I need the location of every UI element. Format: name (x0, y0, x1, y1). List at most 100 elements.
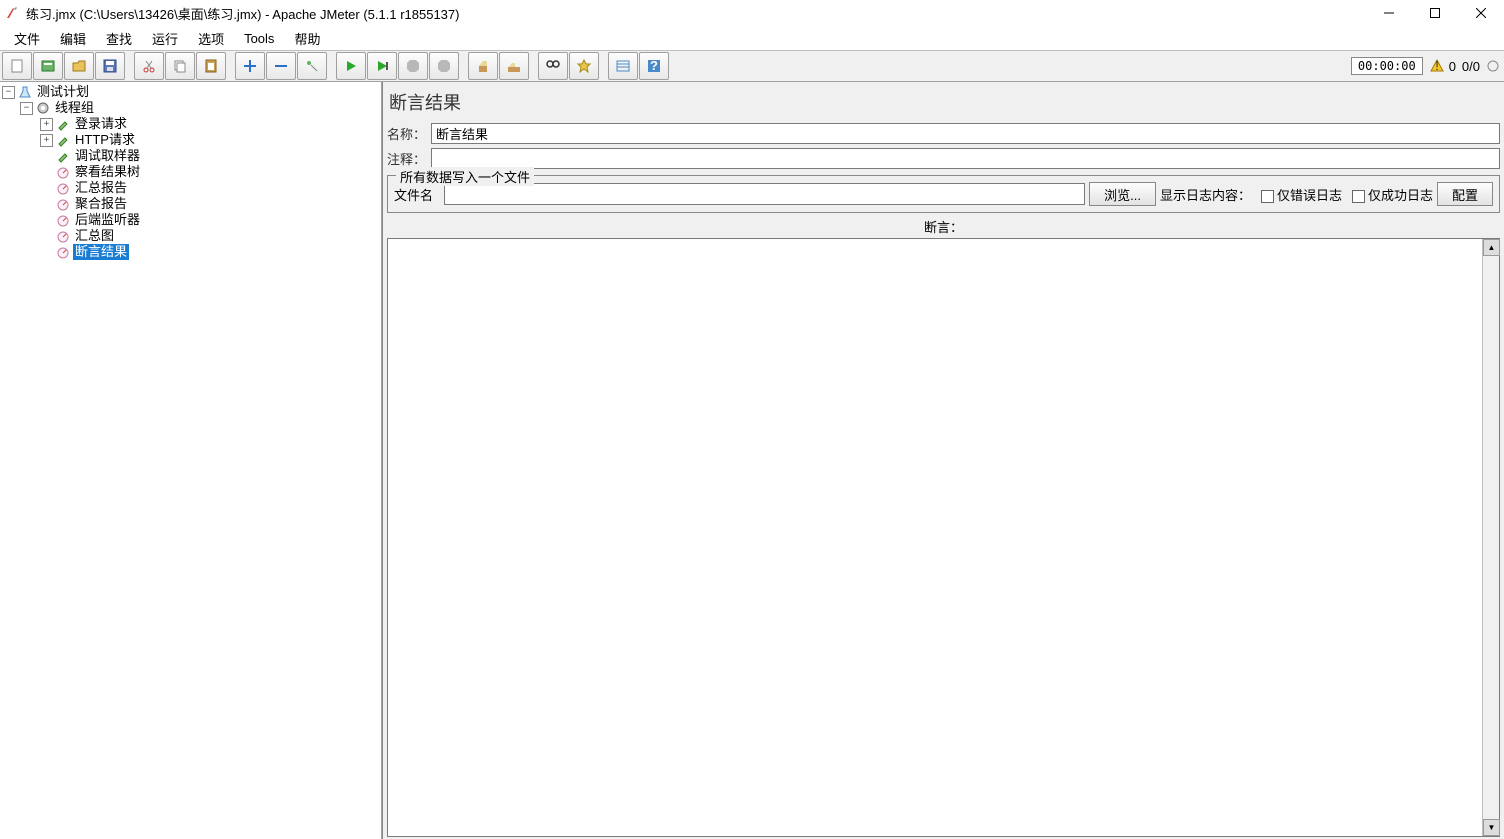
workspace: − 测试计划 − 线程组 + 登录请求 + HTTP请求 (0, 82, 1504, 839)
help-button[interactable]: ? (639, 52, 669, 80)
comment-row: 注释： (385, 146, 1504, 171)
name-row: 名称： (385, 121, 1504, 146)
tree-label: HTTP请求 (73, 132, 137, 148)
tree-node-backend-listener[interactable]: 后端监听器 (0, 212, 381, 228)
tree-label: 登录请求 (73, 116, 129, 132)
tree-toggle[interactable]: + (40, 118, 53, 131)
tree-label: 后端监听器 (73, 212, 142, 228)
menu-search[interactable]: 查找 (96, 27, 142, 50)
assertion-results-area[interactable]: ▲ ▼ (387, 238, 1500, 837)
window-controls (1366, 0, 1504, 26)
scroll-up-button[interactable]: ▲ (1483, 239, 1500, 256)
tree-toggle[interactable]: + (40, 134, 53, 147)
cut-button[interactable] (134, 52, 164, 80)
tree-node-test-plan[interactable]: − 测试计划 (0, 84, 381, 100)
meter-icon (55, 228, 71, 244)
start-no-pause-button[interactable] (367, 52, 397, 80)
tree-node-assertion-results[interactable]: 断言结果 (0, 244, 381, 260)
tree-label: 断言结果 (73, 244, 129, 260)
vertical-scrollbar[interactable]: ▲ ▼ (1482, 239, 1499, 836)
meter-icon (55, 164, 71, 180)
new-button[interactable] (2, 52, 32, 80)
save-button[interactable] (95, 52, 125, 80)
gear-icon (35, 100, 51, 116)
browse-button[interactable]: 浏览... (1089, 182, 1156, 206)
shutdown-button[interactable] (429, 52, 459, 80)
maximize-button[interactable] (1412, 0, 1458, 26)
tree-node-http-req[interactable]: + HTTP请求 (0, 132, 381, 148)
tree-spacer (40, 198, 53, 211)
menu-file[interactable]: 文件 (4, 27, 50, 50)
open-button[interactable] (64, 52, 94, 80)
copy-button[interactable] (165, 52, 195, 80)
tree-spacer (40, 166, 53, 179)
warning-icon: ! (1429, 58, 1445, 74)
tree-label: 察看结果树 (73, 164, 142, 180)
meter-icon (55, 196, 71, 212)
warning-count: 0 (1449, 59, 1456, 74)
tree-toggle[interactable]: − (2, 86, 15, 99)
collapse-button[interactable] (266, 52, 296, 80)
tree-spacer (40, 246, 53, 259)
start-button[interactable] (336, 52, 366, 80)
tree-panel[interactable]: − 测试计划 − 线程组 + 登录请求 + HTTP请求 (0, 82, 382, 839)
tree-label: 测试计划 (35, 84, 91, 100)
tree-node-aggregate-report[interactable]: 聚合报告 (0, 196, 381, 212)
test-plan-tree[interactable]: − 测试计划 − 线程组 + 登录请求 + HTTP请求 (0, 84, 381, 260)
toggle-button[interactable] (297, 52, 327, 80)
clear-all-button[interactable] (499, 52, 529, 80)
meter-icon (55, 180, 71, 196)
menu-run[interactable]: 运行 (142, 27, 188, 50)
pipette-icon (55, 148, 71, 164)
menu-tools[interactable]: Tools (234, 29, 284, 48)
app-icon (4, 5, 20, 21)
tree-spacer (40, 230, 53, 243)
tree-label: 线程组 (53, 100, 96, 116)
config-button[interactable]: 配置 (1437, 182, 1493, 206)
name-label: 名称： (387, 124, 431, 143)
window-title: 练习.jmx (C:\Users\13426\桌面\练习.jmx) - Apac… (26, 4, 1366, 23)
tree-node-view-results-tree[interactable]: 察看结果树 (0, 164, 381, 180)
file-output-fieldset: 所有数据写入一个文件 文件名 浏览... 显示日志内容： 仅错误日志 仅成功日志… (387, 175, 1500, 213)
function-helper-button[interactable] (608, 52, 638, 80)
scroll-down-button[interactable]: ▼ (1483, 819, 1500, 836)
tree-toggle[interactable]: − (20, 102, 33, 115)
tree-label: 汇总图 (73, 228, 116, 244)
panel-title: 断言结果 (385, 83, 1504, 121)
pipette-icon (55, 132, 71, 148)
menu-options[interactable]: 选项 (188, 27, 234, 50)
tree-label: 汇总报告 (73, 180, 129, 196)
tree-node-debug-sampler[interactable]: 调试取样器 (0, 148, 381, 164)
tree-node-summary-graph[interactable]: 汇总图 (0, 228, 381, 244)
templates-button[interactable] (33, 52, 63, 80)
close-button[interactable] (1458, 0, 1504, 26)
stop-button[interactable] (398, 52, 428, 80)
tree-node-summary-report[interactable]: 汇总报告 (0, 180, 381, 196)
clear-button[interactable] (468, 52, 498, 80)
window-titlebar: 练习.jmx (C:\Users\13426\桌面\练习.jmx) - Apac… (0, 0, 1504, 26)
tree-node-login-req[interactable]: + 登录请求 (0, 116, 381, 132)
beaker-icon (17, 84, 33, 100)
menu-edit[interactable]: 编辑 (50, 27, 96, 50)
expand-button[interactable] (235, 52, 265, 80)
assertion-block: 断言： ▲ ▼ (387, 217, 1500, 837)
only-error-checkbox[interactable]: 仅错误日志 (1261, 185, 1342, 204)
name-input[interactable] (431, 123, 1500, 144)
pipette-icon (55, 116, 71, 132)
only-success-checkbox[interactable]: 仅成功日志 (1352, 185, 1433, 204)
paste-button[interactable] (196, 52, 226, 80)
search-button[interactable] (538, 52, 568, 80)
meter-icon (55, 212, 71, 228)
minimize-button[interactable] (1366, 0, 1412, 26)
thread-counts: 0/0 (1462, 59, 1480, 74)
menu-help[interactable]: 帮助 (284, 27, 330, 50)
status-icon (1486, 59, 1500, 73)
reset-search-button[interactable] (569, 52, 599, 80)
main-panel: 断言结果 名称： 注释： 所有数据写入一个文件 文件名 浏览... 显示日志内容… (382, 82, 1504, 839)
show-log-label: 显示日志内容： (1160, 185, 1251, 204)
file-input[interactable] (444, 183, 1085, 205)
comment-input[interactable] (431, 148, 1500, 169)
warning-indicator[interactable]: ! 0 (1429, 58, 1456, 74)
only-error-label: 仅错误日志 (1277, 188, 1342, 203)
tree-node-thread-group[interactable]: − 线程组 (0, 100, 381, 116)
